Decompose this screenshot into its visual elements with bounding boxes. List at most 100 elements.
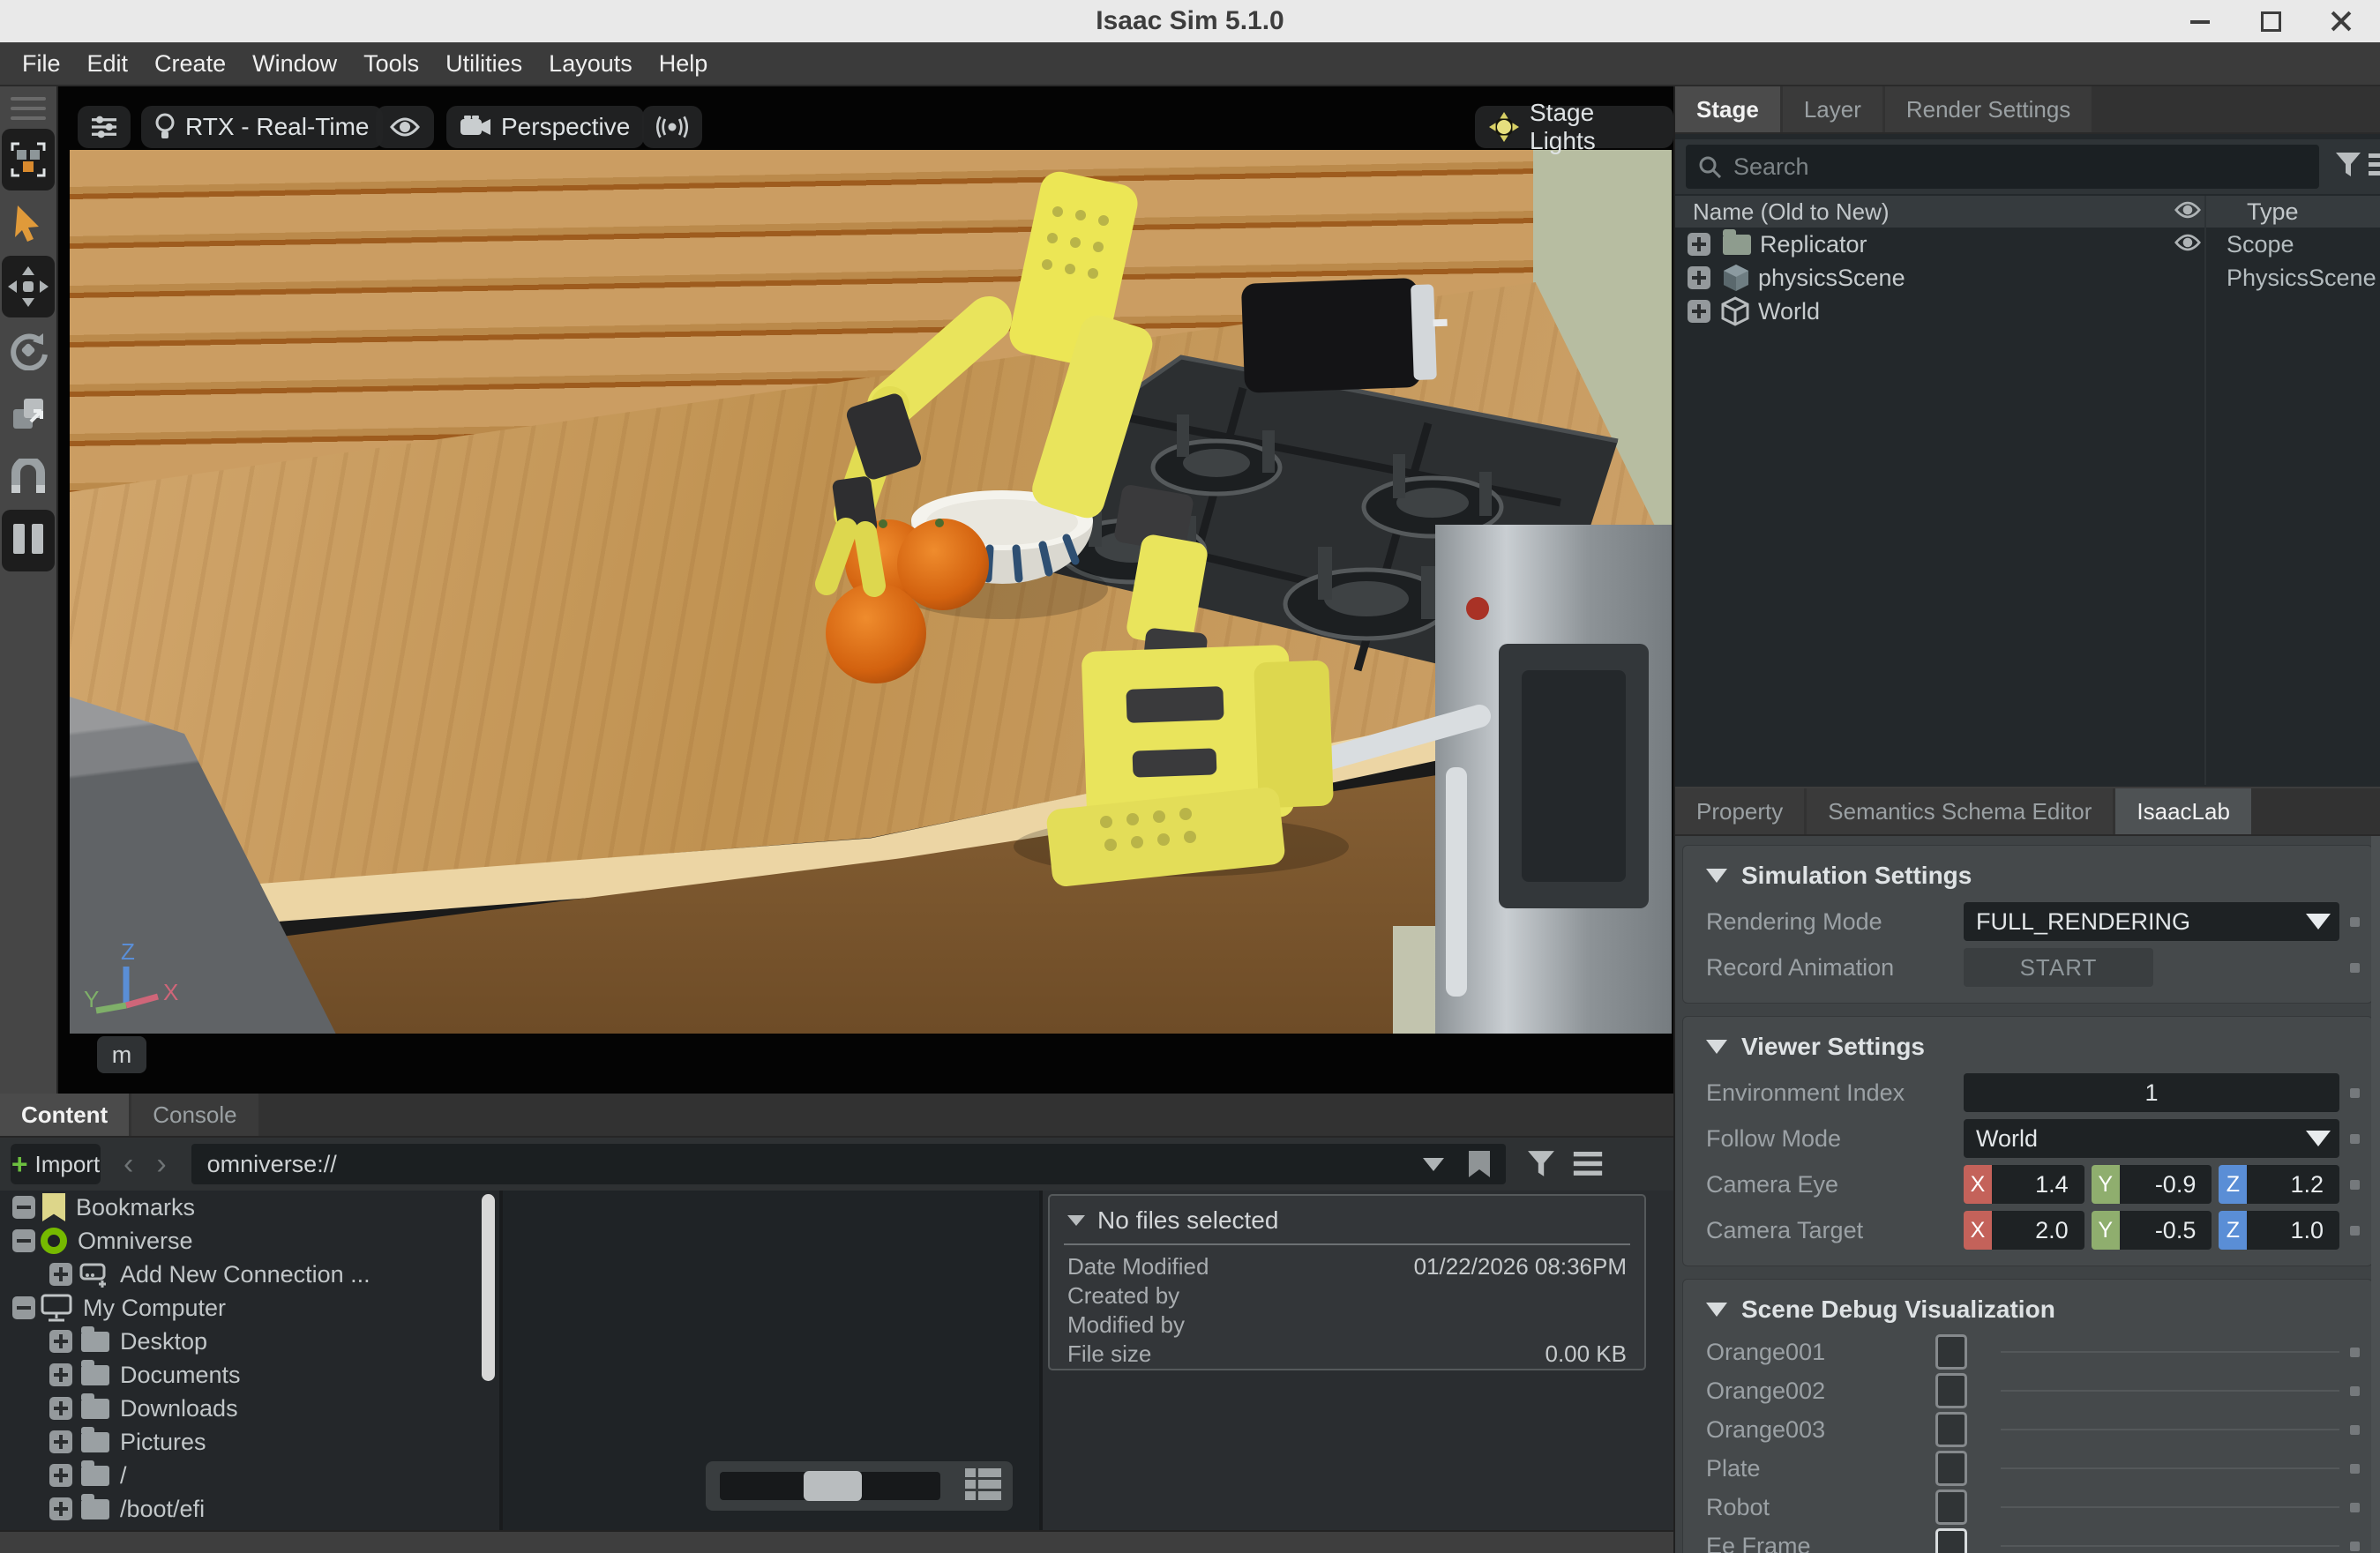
viewer-settings-header[interactable]: Viewer Settings: [1683, 1022, 2372, 1070]
back-button[interactable]: ‹: [123, 1147, 133, 1182]
tab-isaaclab[interactable]: IsaacLab: [2115, 788, 2251, 834]
reset-dot[interactable]: [2350, 1133, 2360, 1144]
minimize-icon[interactable]: [2184, 5, 2216, 37]
expand-icon[interactable]: [1688, 266, 1710, 289]
column-name[interactable]: Name (Old to New): [1675, 198, 2169, 226]
tree-item-desktop[interactable]: Desktop: [0, 1325, 499, 1358]
stage-search[interactable]: [1686, 145, 2319, 189]
close-icon[interactable]: [2325, 5, 2357, 37]
expand-icon[interactable]: [49, 1464, 72, 1487]
grid-view-icon[interactable]: [965, 1468, 1004, 1504]
expand-icon[interactable]: [49, 1497, 72, 1520]
expand-icon[interactable]: [49, 1430, 72, 1453]
content-filter-button[interactable]: [1527, 1150, 1555, 1178]
tab-property[interactable]: Property: [1675, 788, 1805, 834]
selection-header[interactable]: No files selected: [1050, 1196, 1644, 1242]
import-button[interactable]: + Import: [11, 1144, 101, 1184]
scene-debug-header[interactable]: Scene Debug Visualization: [1683, 1285, 2372, 1333]
tree-item-downloads[interactable]: Downloads: [0, 1392, 499, 1425]
tree-item-boot-efi[interactable]: /boot/efi: [0, 1492, 499, 1526]
tree-item-pictures[interactable]: Pictures: [0, 1425, 499, 1459]
collapse-icon[interactable]: [12, 1196, 35, 1219]
chevron-down-icon[interactable]: [2306, 914, 2331, 930]
tree-item-omniverse[interactable]: Omniverse: [0, 1224, 499, 1258]
camera-eye-z[interactable]: 1.2: [2247, 1165, 2340, 1204]
menu-tools[interactable]: Tools: [350, 50, 432, 78]
tab-stage[interactable]: Stage: [1675, 86, 1780, 132]
column-type[interactable]: Type: [2247, 198, 2299, 226]
reset-dot[interactable]: [2350, 1179, 2360, 1190]
menu-utilities[interactable]: Utilities: [432, 50, 535, 78]
menu-edit[interactable]: Edit: [74, 50, 142, 78]
stage-search-input[interactable]: [1732, 152, 2264, 182]
stage-lights-button[interactable]: Stage Lights: [1475, 99, 1673, 154]
stage-filter-button[interactable]: [2335, 152, 2361, 178]
start-button[interactable]: START: [1964, 948, 2153, 987]
select-tool[interactable]: [2, 192, 55, 254]
thumbnail-size-slider[interactable]: [706, 1461, 1013, 1511]
reset-dot[interactable]: [2350, 1424, 2360, 1435]
camera-eye-y[interactable]: -0.9: [2119, 1165, 2212, 1204]
unit-label[interactable]: m: [97, 1036, 146, 1073]
viewport-render[interactable]: [70, 150, 1672, 1034]
tree-item-my-computer[interactable]: My Computer: [0, 1291, 499, 1325]
tree-item-add-new-connection[interactable]: Add New Connection ...: [0, 1258, 499, 1291]
capture-button[interactable]: [642, 106, 702, 148]
visibility-column-icon[interactable]: [2174, 198, 2201, 226]
camera-eye-x[interactable]: 1.4: [1992, 1165, 2084, 1204]
snap-tool[interactable]: [2, 446, 55, 508]
orange003-checkbox[interactable]: [1935, 1412, 1967, 1447]
orange001-checkbox[interactable]: [1935, 1334, 1967, 1370]
menu-help[interactable]: Help: [646, 50, 722, 78]
forward-button[interactable]: ›: [156, 1147, 166, 1182]
tab-console[interactable]: Console: [131, 1094, 258, 1136]
tab-render-settings[interactable]: Render Settings: [1884, 86, 2092, 132]
rotate-tool[interactable]: [2, 319, 55, 381]
collapse-icon[interactable]: [12, 1229, 35, 1252]
reset-dot[interactable]: [2350, 1463, 2360, 1474]
maximize-icon[interactable]: [2255, 5, 2286, 37]
file-grid[interactable]: [503, 1191, 1039, 1530]
stage-column-headers[interactable]: Name (Old to New) Type: [1675, 196, 2380, 228]
camera-target-y[interactable]: -0.5: [2119, 1211, 2212, 1250]
panel-scrollbar[interactable]: [2371, 836, 2380, 1553]
menu-file[interactable]: File: [9, 50, 74, 78]
expand-icon[interactable]: [49, 1330, 72, 1353]
reset-dot[interactable]: [2350, 1347, 2360, 1357]
bookmark-toggle-icon[interactable]: [1468, 1151, 1490, 1182]
pause-button[interactable]: [2, 510, 55, 571]
ee-frame-checkbox[interactable]: [1935, 1528, 1967, 1553]
path-bar[interactable]: [191, 1144, 1506, 1184]
chevron-down-icon[interactable]: [1422, 1158, 1444, 1171]
tree-item-bookmarks[interactable]: Bookmarks: [0, 1191, 499, 1224]
environment-index-field[interactable]: 1: [1964, 1073, 2339, 1112]
camera-target-z[interactable]: 1.0: [2247, 1211, 2340, 1250]
camera-button[interactable]: Perspective: [446, 106, 645, 148]
content-options-button[interactable]: [1573, 1152, 1603, 1176]
reset-dot[interactable]: [2350, 962, 2360, 973]
reset-dot[interactable]: [2350, 1087, 2360, 1098]
expand-icon[interactable]: [49, 1363, 72, 1386]
viewport-settings-button[interactable]: [78, 106, 131, 148]
stage-row-physics-scene[interactable]: physicsScene PhysicsScene: [1675, 261, 2380, 295]
slider-track[interactable]: [720, 1471, 940, 1501]
rendering-mode-dropdown[interactable]: FULL_RENDERING: [1964, 902, 2339, 941]
expand-icon[interactable]: [49, 1397, 72, 1420]
plate-checkbox[interactable]: [1935, 1451, 1967, 1486]
menu-window[interactable]: Window: [239, 50, 350, 78]
tab-semantics-schema-editor[interactable]: Semantics Schema Editor: [1807, 788, 2114, 834]
chevron-down-icon[interactable]: [2306, 1131, 2331, 1146]
toolbar-grip[interactable]: [11, 97, 46, 120]
tab-layer[interactable]: Layer: [1782, 86, 1882, 132]
camera-target-x[interactable]: 2.0: [1992, 1211, 2084, 1250]
render-mode-button[interactable]: RTX - Real-Time: [141, 106, 384, 148]
select-mode-tool[interactable]: [2, 129, 55, 190]
reset-dot[interactable]: [2350, 1502, 2360, 1512]
reset-dot[interactable]: [2350, 1541, 2360, 1551]
move-tool[interactable]: [2, 256, 55, 317]
expand-icon[interactable]: [1688, 233, 1710, 256]
visibility-button[interactable]: [376, 106, 434, 148]
reset-dot[interactable]: [2350, 1385, 2360, 1396]
collapse-icon[interactable]: [12, 1296, 35, 1319]
reset-dot[interactable]: [2350, 916, 2360, 927]
